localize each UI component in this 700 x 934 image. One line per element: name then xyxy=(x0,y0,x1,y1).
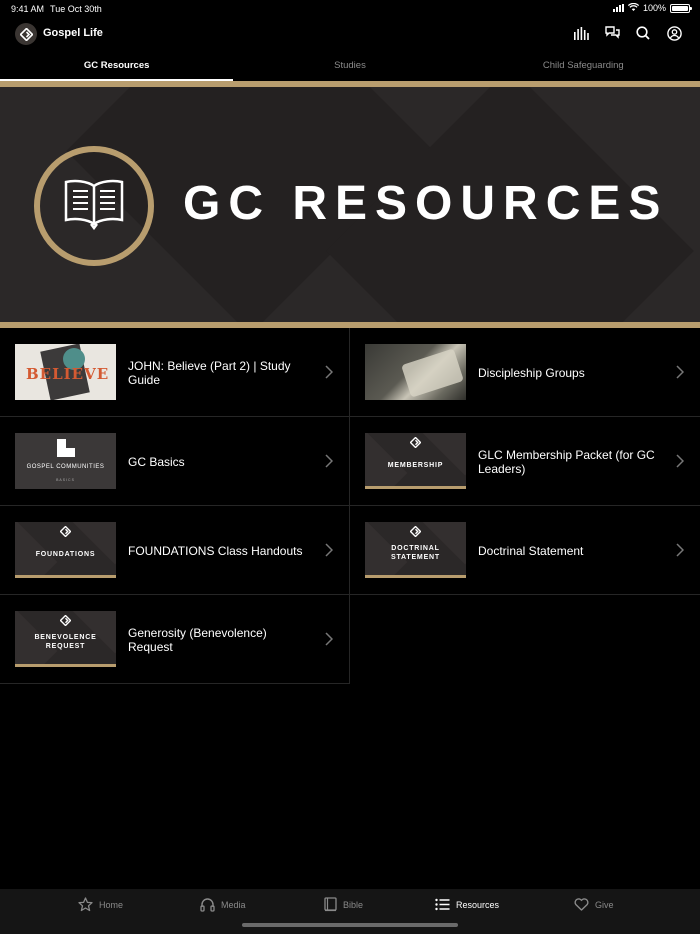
tab-resources[interactable]: Resources xyxy=(433,897,574,912)
battery-icon xyxy=(670,3,692,13)
empty-cell xyxy=(350,595,700,684)
tab-label: Media xyxy=(221,899,246,910)
chevron-right-icon xyxy=(676,365,684,379)
resource-thumbnail: GOSPEL COMMUNITIES BASICS xyxy=(15,433,116,489)
thumbnail-text: GOSPEL COMMUNITIES xyxy=(26,464,105,470)
resource-title: Doctrinal Statement xyxy=(478,543,584,558)
bottom-tab-bar: Home Media Bible Resources Give xyxy=(0,889,700,934)
resource-title: JOHN: Believe (Part 2) | Study Guide xyxy=(128,358,291,387)
resource-item-gc-basics[interactable]: GOSPEL COMMUNITIES BASICS GC Basics xyxy=(0,417,350,506)
chat-bubbles-icon[interactable] xyxy=(604,25,620,41)
resource-item-membership-packet[interactable]: MEMBERSHIP GLC Membership Packet (for GC… xyxy=(350,417,700,506)
tab-child-safeguarding[interactable]: Child Safeguarding xyxy=(467,56,700,81)
wifi-icon xyxy=(627,2,640,13)
top-tab-bar: GC Resources Studies Child Safeguarding xyxy=(0,56,700,81)
resource-item-discipleship-groups[interactable]: Discipleship Groups xyxy=(350,328,700,417)
battery-percent: 100% xyxy=(642,3,666,13)
app-title: Gospel Life xyxy=(43,27,103,39)
tab-bible[interactable]: Bible xyxy=(316,897,433,912)
app-header: Gospel Life xyxy=(0,20,700,50)
thumbnail-text: DOCTRINAL STATEMENT xyxy=(391,545,440,561)
thumbnail-subtext: BASICS xyxy=(56,478,75,482)
church-logo-icon xyxy=(60,615,71,626)
tab-gc-resources[interactable]: GC Resources xyxy=(0,56,234,81)
chevron-right-icon xyxy=(676,543,684,557)
tab-media[interactable]: Media xyxy=(192,897,316,912)
church-logo-icon xyxy=(410,526,421,537)
status-bar: 9:41 AM Tue Oct 30th 100% xyxy=(0,0,700,18)
tab-home[interactable]: Home xyxy=(70,897,192,912)
tab-label: Give xyxy=(595,899,614,910)
audio-levels-icon[interactable] xyxy=(573,25,589,41)
thumbnail-text: BELIEVE xyxy=(26,365,110,383)
resource-thumbnail: BELIEVE xyxy=(15,344,116,400)
resource-title: Generosity (Benevolence) Request xyxy=(128,625,267,654)
star-icon xyxy=(78,897,93,912)
chevron-right-icon xyxy=(676,454,684,468)
resource-list: BELIEVE JOHN: Believe (Part 2) | Study G… xyxy=(0,328,700,684)
resource-thumbnail: DOCTRINAL STATEMENT xyxy=(365,522,466,578)
book-icon xyxy=(324,897,337,912)
app-logo-icon[interactable] xyxy=(15,23,37,45)
list-icon xyxy=(435,898,450,911)
resource-item-john-believe[interactable]: BELIEVE JOHN: Believe (Part 2) | Study G… xyxy=(0,328,350,417)
chevron-right-icon xyxy=(325,454,333,468)
chevron-right-icon xyxy=(325,543,333,557)
tab-label: Home xyxy=(99,899,124,910)
resource-thumbnail: BENEVOLENCE REQUEST xyxy=(15,611,116,667)
thumbnail-text: MEMBERSHIP xyxy=(387,462,444,469)
thumbnail-text: BENEVOLENCE REQUEST xyxy=(34,634,97,650)
open-book-icon xyxy=(63,178,125,235)
gospel-communities-logo-icon xyxy=(57,439,75,457)
church-logo-icon xyxy=(60,526,71,537)
chevron-right-icon xyxy=(325,632,333,646)
chevron-right-icon xyxy=(325,365,333,379)
home-indicator xyxy=(242,923,458,927)
resource-thumbnail xyxy=(365,344,466,400)
search-icon[interactable] xyxy=(635,25,651,41)
account-icon[interactable] xyxy=(666,25,682,41)
resource-item-doctrinal-statement[interactable]: DOCTRINAL STATEMENT Doctrinal Statement xyxy=(350,506,700,595)
tab-studies[interactable]: Studies xyxy=(233,56,466,81)
resource-item-generosity-request[interactable]: BENEVOLENCE REQUEST Generosity (Benevole… xyxy=(0,595,350,684)
cellular-signal-icon xyxy=(612,4,624,12)
banner-badge xyxy=(34,146,154,266)
resource-thumbnail: MEMBERSHIP xyxy=(365,433,466,489)
headphones-icon xyxy=(200,898,215,912)
resource-thumbnail: FOUNDATIONS xyxy=(15,522,116,578)
banner-top-stripe xyxy=(0,81,700,87)
resource-item-foundations[interactable]: FOUNDATIONS FOUNDATIONS Class Handouts xyxy=(0,506,350,595)
resource-title: GLC Membership Packet (for GC Leaders) xyxy=(478,447,655,476)
heart-icon xyxy=(574,898,589,911)
resource-title: Discipleship Groups xyxy=(478,365,585,380)
resource-title: GC Basics xyxy=(128,454,185,469)
resource-title: FOUNDATIONS Class Handouts xyxy=(128,543,303,558)
banner-title: GC RESOURCES xyxy=(183,177,669,230)
thumbnail-text: FOUNDATIONS xyxy=(35,551,96,558)
gc-resources-banner: GC RESOURCES xyxy=(0,81,700,328)
tab-give[interactable]: Give xyxy=(574,897,644,912)
tab-label: Bible xyxy=(343,899,364,910)
status-time: 9:41 AM xyxy=(11,4,45,14)
church-logo-icon xyxy=(410,437,421,448)
tab-label: Resources xyxy=(456,899,500,910)
status-date: Tue Oct 30th xyxy=(50,4,102,14)
